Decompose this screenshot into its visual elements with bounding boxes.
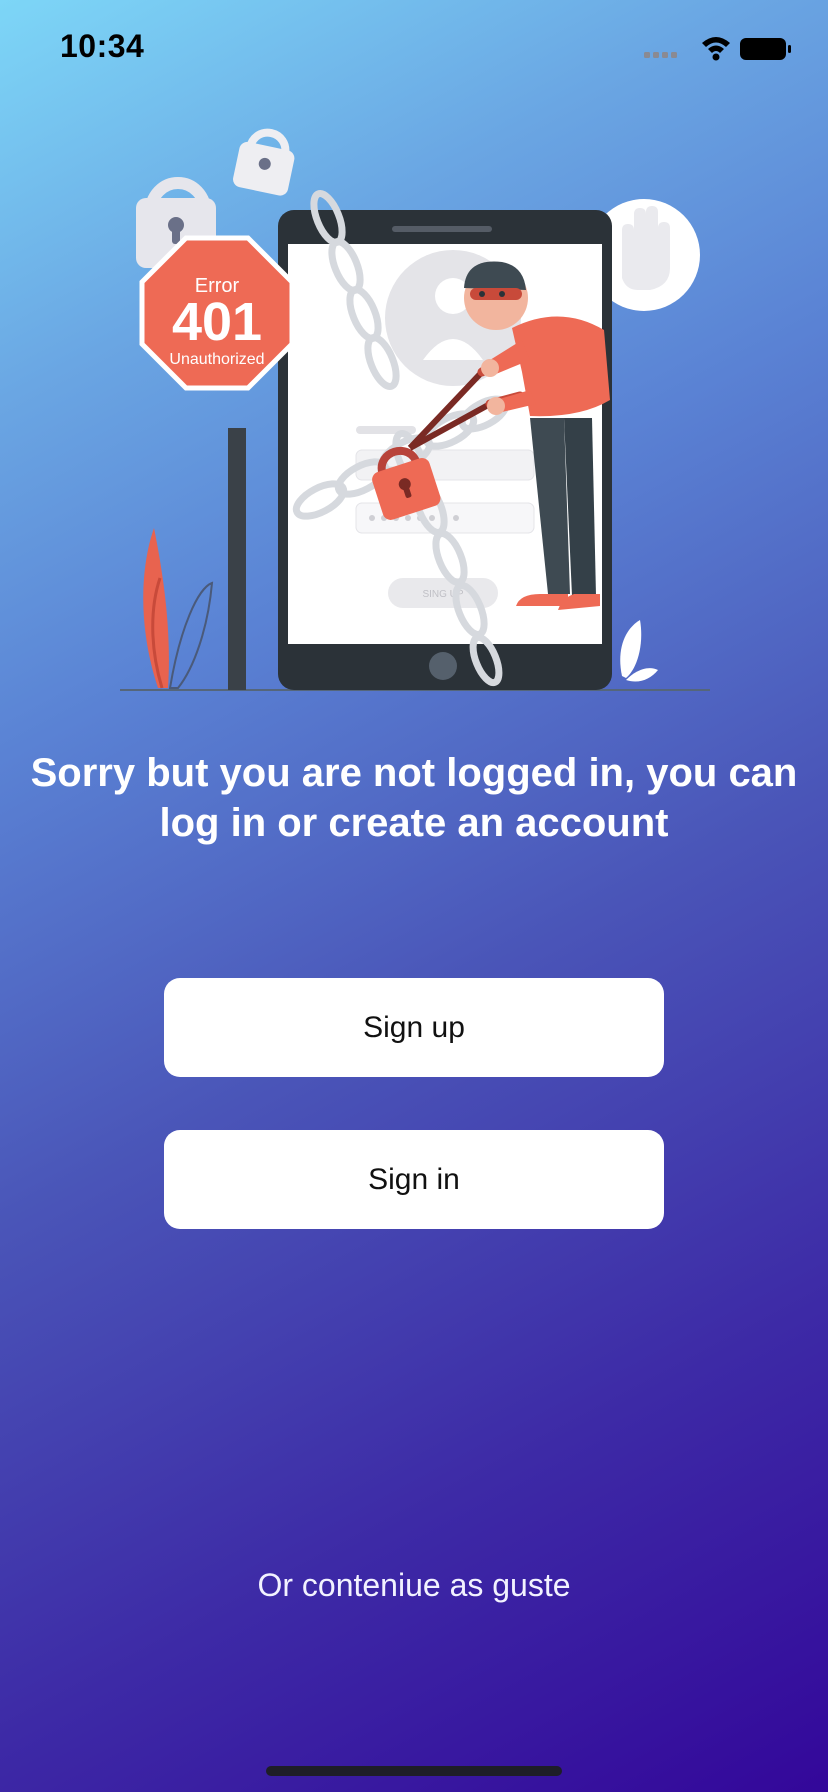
sign-in-button[interactable]: Sign in xyxy=(164,1130,664,1229)
plant-right xyxy=(620,620,658,682)
unauthorized-illustration: SING UP Error 401 Unauthorized xyxy=(120,128,710,691)
error-sign: Error 401 Unauthorized xyxy=(139,235,295,391)
signal-icon xyxy=(644,52,677,58)
sign-up-button[interactable]: Sign up xyxy=(164,978,664,1077)
error-sign-bottom: Unauthorized xyxy=(169,351,264,368)
status-time: 10:34 xyxy=(60,28,145,64)
not-logged-in-message: Sorry but you are not logged in, you can… xyxy=(30,751,798,845)
wifi-icon xyxy=(702,37,730,61)
status-icons xyxy=(644,37,791,61)
continue-as-guest-link[interactable]: Or conteniue as guste xyxy=(0,1567,828,1604)
home-indicator[interactable] xyxy=(266,1766,562,1776)
padlock-small-icon xyxy=(233,128,295,196)
battery-icon xyxy=(740,38,791,60)
sign-post xyxy=(228,428,246,690)
error-sign-code: 401 xyxy=(172,292,262,352)
status-bar: 10:34 xyxy=(0,0,828,100)
plant-left xyxy=(143,528,214,689)
